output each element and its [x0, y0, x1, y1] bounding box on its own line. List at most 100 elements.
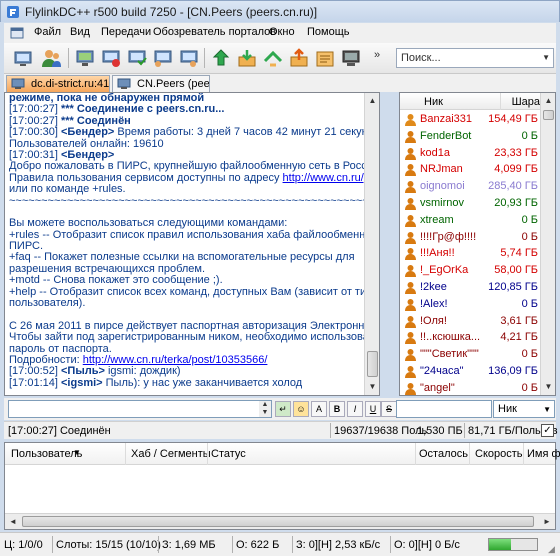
user-filter-input[interactable]: [396, 400, 492, 418]
italic-icon[interactable]: I: [347, 401, 363, 417]
finished-icon[interactable]: [126, 47, 148, 69]
scroll-right-icon[interactable]: ►: [539, 514, 555, 530]
chat-link[interactable]: http://www.cn.ru/terka/post/10353566/: [83, 354, 268, 366]
upload-queue-icon[interactable]: [152, 47, 174, 69]
user-row[interactable]: "24часа" 136,09 ГБ: [400, 363, 540, 380]
user-row[interactable]: kod1a 23,33 ГБ: [400, 145, 540, 162]
user-row[interactable]: vsmirnov 20,93 ГБ: [400, 195, 540, 212]
emoticon-icon[interactable]: ☺: [293, 401, 309, 417]
menu-file[interactable]: Файл: [34, 26, 61, 38]
chat-log[interactable]: режиме, пока не обнаружен прямой [17:00:2…: [4, 92, 380, 396]
user-list[interactable]: Ник Шара Banzai331 154,49 ГБ FenderBot 0 Б k…: [399, 92, 556, 396]
underline-icon[interactable]: U: [365, 401, 381, 417]
settings-icon[interactable]: [340, 47, 362, 69]
bold-icon[interactable]: B: [329, 401, 345, 417]
user-share: 0 Б: [521, 381, 538, 394]
queue-icon[interactable]: [100, 47, 122, 69]
user-nick: NRJman: [420, 163, 463, 176]
message-spin-icon[interactable]: ▲ ▼: [259, 401, 271, 417]
menu-window[interactable]: Окно: [269, 26, 295, 38]
user-share: 136,09 ГБ: [488, 365, 538, 377]
filter-column-select[interactable]: Ник ▼: [493, 400, 555, 418]
chat-text: Вы можете воспользоваться следующими ком…: [9, 217, 288, 230]
network-stats-icon[interactable]: [74, 47, 96, 69]
user-row[interactable]: Banzai331 154,49 ГБ: [400, 111, 540, 128]
user-row[interactable]: """Светик""" 0 Б: [400, 346, 540, 363]
user-row[interactable]: !!!!Гр@ф!!!! 0 Б: [400, 229, 540, 246]
user-share: 0 Б: [521, 297, 538, 310]
chat-text: Пользователей онлайн: 19610: [9, 137, 164, 150]
user-row[interactable]: !Оля! 3,61 ГБ: [400, 313, 540, 330]
scroll-left-icon[interactable]: ◄: [5, 514, 21, 530]
user-row[interactable]: !Alex! 0 Б: [400, 296, 540, 313]
message-input[interactable]: ▲ ▼: [8, 400, 272, 418]
menu-help[interactable]: Помощь: [307, 26, 350, 38]
inbox-icon[interactable]: [236, 47, 258, 69]
scroll-thumb[interactable]: [367, 351, 378, 377]
scroll-thumb[interactable]: [543, 110, 554, 120]
user-row[interactable]: oignomoi 285,40 ГБ: [400, 178, 540, 195]
send-icon[interactable]: ↵: [275, 401, 291, 417]
font-icon[interactable]: A: [311, 401, 327, 417]
column-remaining[interactable]: Осталось: [419, 448, 468, 460]
column-nick[interactable]: Ник: [424, 96, 443, 108]
column-status[interactable]: Статус: [211, 448, 246, 460]
user-row[interactable]: FenderBot 0 Б: [400, 128, 540, 145]
column-hub-segments[interactable]: Хаб / Сегменты: [131, 448, 211, 460]
tab-dc-di-strict[interactable]: dc.di-strict.ru:411: [6, 75, 110, 92]
notepad-icon[interactable]: [314, 47, 336, 69]
scroll-down-icon[interactable]: ▼: [541, 379, 555, 395]
outbox-icon[interactable]: [288, 47, 310, 69]
chat-text: или по команде +rules.: [9, 183, 126, 196]
scroll-up-icon[interactable]: ▲: [541, 93, 555, 109]
toolbar-overflow-icon[interactable]: »: [374, 49, 380, 61]
upload-icon[interactable]: [262, 47, 284, 69]
strikethrough-icon[interactable]: S: [381, 401, 397, 417]
resize-grip-icon[interactable]: ◢: [548, 544, 558, 554]
transfers-panel[interactable]: Пользователь ▼ Хаб / Сегменты Статус Ост…: [4, 442, 560, 530]
chevron-down-icon[interactable]: ▼: [542, 53, 550, 62]
menu-bar: Файл Вид Передачи Обозреватель порталов …: [4, 23, 556, 43]
user-row[interactable]: !!..ксюшка... 4,21 ГБ: [400, 329, 540, 346]
download-icon[interactable]: [210, 47, 232, 69]
user-row[interactable]: !2kee 120,85 ГБ: [400, 279, 540, 296]
hub-icon: [11, 78, 25, 89]
menu-transfers[interactable]: Передачи: [101, 26, 151, 38]
window-menu-icon[interactable]: [10, 26, 24, 40]
search-input[interactable]: Поиск... ▼: [396, 48, 554, 68]
chat-line: ~~~~~~~~~~~~~~~~~~~~~~~~~~~~~~~~~~~~~~~~…: [9, 195, 379, 207]
chat-text: пользователя).: [9, 297, 86, 310]
column-filename[interactable]: Имя ф: [527, 448, 560, 460]
chat-scrollbar[interactable]: ▲ ▼: [364, 93, 379, 395]
public-hubs-icon[interactable]: [12, 47, 34, 69]
user-row[interactable]: xtream 0 Б: [400, 212, 540, 229]
users-icon[interactable]: [40, 47, 62, 69]
user-list-scrollbar[interactable]: ▲ ▼: [540, 93, 555, 395]
menu-view[interactable]: Вид: [70, 26, 90, 38]
column-speed[interactable]: Скорость: [475, 448, 523, 460]
splitter[interactable]: [382, 92, 396, 396]
scroll-up-icon[interactable]: ▲: [365, 93, 379, 109]
user-share: 0 Б: [521, 348, 538, 361]
user-nick: !!!Аня!!: [420, 247, 455, 260]
user-icon: [405, 164, 416, 177]
hub-tabs: dc.di-strict.ru:411 CN.Peers (peers...: [4, 74, 556, 92]
column-user[interactable]: Пользователь: [11, 448, 82, 460]
user-row[interactable]: !_EgOrKa 58,00 ГБ: [400, 262, 540, 279]
downloaded-total: З: 1,69 МБ: [162, 539, 216, 551]
chat-bold-text: <igsmi>: [61, 376, 103, 389]
menu-portal-browser[interactable]: Обозреватель порталов: [153, 26, 276, 38]
user-row[interactable]: !!!Аня!! 5,74 ГБ: [400, 245, 540, 262]
chat-bold-text: <Бендер>: [61, 126, 115, 139]
column-share[interactable]: Шара: [512, 96, 540, 108]
user-row[interactable]: "angel" 0 Б: [400, 380, 540, 395]
scroll-thumb[interactable]: [22, 516, 534, 527]
chat-text: +help -- Отобразит список всех команд, д…: [9, 285, 379, 298]
transfers-hscrollbar[interactable]: ◄ ►: [5, 513, 555, 529]
sort-down-icon: ▼: [73, 448, 81, 457]
favorites-icon[interactable]: [178, 47, 200, 69]
tab-cn-peers[interactable]: CN.Peers (peers...: [112, 75, 210, 92]
show-userlist-checkbox[interactable]: ✓: [541, 424, 554, 437]
scroll-down-icon[interactable]: ▼: [365, 379, 379, 395]
user-row[interactable]: NRJman 4,099 ГБ: [400, 161, 540, 178]
